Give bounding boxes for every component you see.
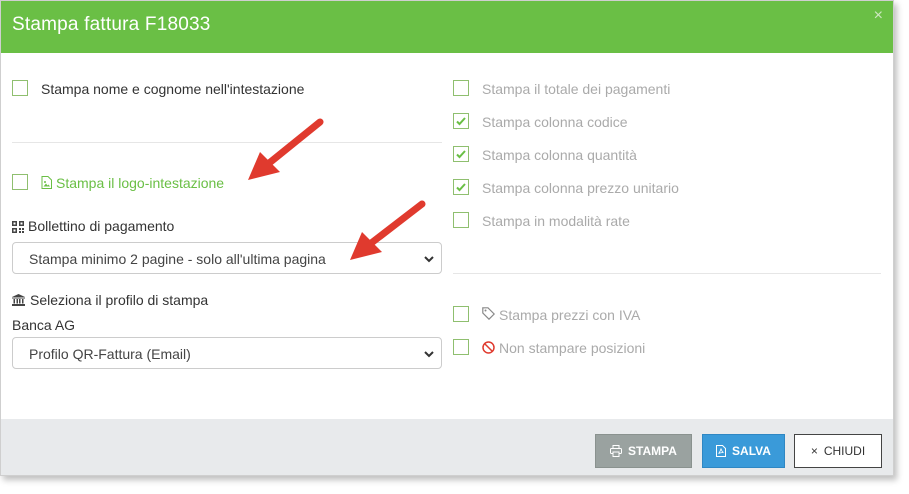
annotation-arrow-icon — [248, 118, 324, 180]
ban-icon — [482, 341, 495, 359]
image-file-icon — [41, 176, 52, 194]
dialog-title: Stampa fattura F18033 — [12, 14, 211, 35]
annotation-arrow-icon — [350, 200, 426, 260]
close-button-label: CHIUDI — [823, 444, 866, 458]
print-payments-total-checkbox[interactable] — [453, 80, 469, 96]
print-name-checkbox[interactable] — [12, 80, 28, 96]
print-logo-label[interactable]: Stampa il logo-intestazione — [56, 175, 224, 191]
print-name-label: Stampa nome e cognome nell'intestazione — [41, 81, 305, 97]
checkmark-icon — [456, 117, 466, 126]
print-invoice-dialog: Stampa fattura F18033 × Stampa nome e co… — [0, 0, 894, 476]
print-code-column-label: Stampa colonna codice — [482, 114, 628, 130]
print-button-label: STAMPA — [628, 444, 677, 458]
print-logo-checkbox[interactable] — [12, 174, 28, 190]
bank-icon — [12, 293, 25, 311]
no-positions-label: Non stampare posizioni — [499, 340, 646, 356]
print-quantity-column-label: Stampa colonna quantità — [482, 147, 637, 163]
print-profile-select[interactable]: Profilo QR-Fattura (Email) — [12, 337, 442, 369]
divider — [453, 273, 881, 274]
print-unit-price-column-checkbox[interactable] — [453, 179, 469, 195]
print-profile-label: Seleziona il profilo di stampa — [30, 292, 209, 308]
pdf-file-icon — [716, 445, 727, 457]
close-button[interactable]: × CHIUDI — [794, 434, 882, 468]
checkmark-icon — [456, 183, 466, 192]
print-button[interactable]: STAMPA — [595, 434, 692, 468]
print-unit-price-column-label: Stampa colonna prezzo unitario — [482, 180, 679, 196]
print-vat-prices-label: Stampa prezzi con IVA — [499, 307, 641, 323]
printer-icon — [610, 445, 623, 457]
divider — [12, 142, 442, 143]
no-positions-checkbox[interactable] — [453, 339, 469, 355]
print-installments-checkbox[interactable] — [453, 212, 469, 228]
dialog-footer: STAMPA SALVA × CHIUDI — [1, 419, 893, 475]
qr-code-icon — [12, 220, 24, 238]
payment-slip-value: Stampa minimo 2 pagine - solo all'ultima… — [29, 251, 326, 267]
print-profile-value: Profilo QR-Fattura (Email) — [29, 346, 191, 362]
close-icon: × — [810, 444, 818, 458]
dialog-header: Stampa fattura F18033 × — [1, 1, 893, 53]
checkmark-icon — [456, 150, 466, 159]
save-button-label: SALVA — [732, 444, 771, 458]
save-button[interactable]: SALVA — [702, 434, 785, 468]
payment-slip-label: Bollettino di pagamento — [28, 218, 175, 234]
close-icon[interactable]: × — [874, 7, 883, 25]
chevron-down-icon — [423, 347, 435, 365]
print-payments-total-label: Stampa il totale dei pagamenti — [482, 81, 671, 97]
print-quantity-column-checkbox[interactable] — [453, 146, 469, 162]
print-code-column-checkbox[interactable] — [453, 113, 469, 129]
bank-name: Banca AG — [12, 317, 76, 333]
print-installments-label: Stampa in modalità rate — [482, 213, 630, 229]
tag-icon — [482, 307, 496, 325]
print-vat-prices-checkbox[interactable] — [453, 306, 469, 322]
